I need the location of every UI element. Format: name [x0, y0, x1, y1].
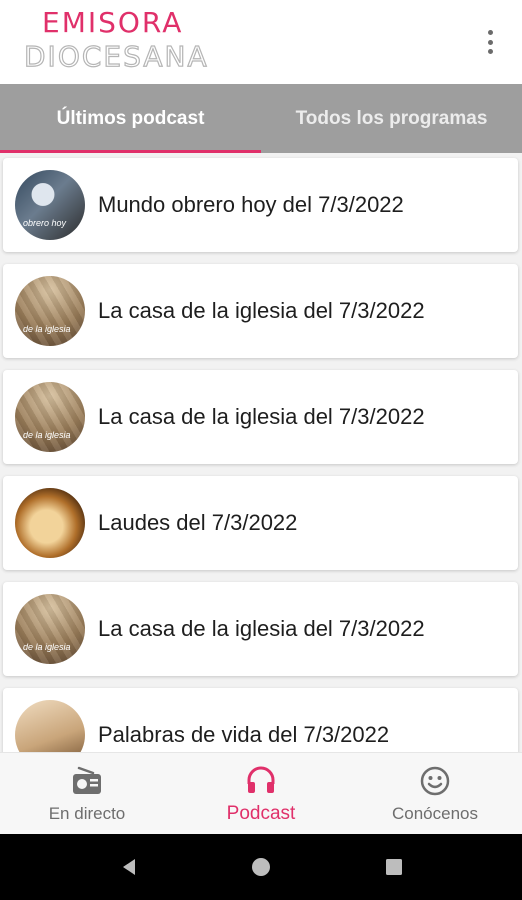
thumbnail-caption: obrero hoy	[23, 218, 67, 228]
podcast-card[interactable]: Palabras de vida del 7/3/2022	[3, 688, 518, 752]
thumbnail-caption: de la iglesia	[23, 324, 71, 334]
nav-label: Podcast	[226, 802, 296, 824]
palabras-vida-thumbnail	[15, 700, 85, 752]
nav-label: En directo	[48, 803, 126, 823]
logo-line-2: DIOCESANA	[23, 39, 209, 73]
smiley-icon	[418, 764, 452, 798]
system-navigation-bar	[0, 834, 522, 900]
headphones-icon	[244, 763, 278, 797]
thumbnail-caption: de la iglesia	[23, 430, 71, 440]
tab-ultimos-podcast[interactable]: Últimos podcast	[0, 84, 261, 153]
podcast-card[interactable]: de la iglesia La casa de la iglesia del …	[3, 264, 518, 358]
casa-iglesia-thumbnail: de la iglesia	[15, 594, 85, 664]
podcast-card[interactable]: Laudes del 7/3/2022	[3, 476, 518, 570]
nav-conocenos[interactable]: Conócenos	[348, 753, 522, 834]
logo-line-1: EMISORA	[42, 6, 184, 39]
laudes-thumbnail	[15, 488, 85, 558]
home-icon[interactable]	[250, 856, 272, 878]
podcast-list: obrero hoy Mundo obrero hoy del 7/3/2022…	[0, 153, 522, 752]
podcast-title: Palabras de vida del 7/3/2022	[98, 722, 390, 747]
mundo-obrero-thumbnail: obrero hoy	[15, 170, 85, 240]
thumbnail-caption: de la iglesia	[23, 642, 71, 652]
radio-icon	[70, 764, 104, 798]
podcast-title: La casa de la iglesia del 7/3/2022	[98, 298, 425, 323]
podcast-card[interactable]: obrero hoy Mundo obrero hoy del 7/3/2022	[3, 158, 518, 252]
casa-iglesia-thumbnail: de la iglesia	[15, 276, 85, 346]
app-bar: EMISORA DIOCESANA	[0, 0, 522, 84]
nav-label: Conócenos	[391, 803, 478, 823]
podcast-card[interactable]: de la iglesia La casa de la iglesia del …	[3, 370, 518, 464]
tab-bar: Últimos podcast Todos los programas	[0, 84, 522, 153]
recents-icon[interactable]	[383, 856, 405, 878]
casa-iglesia-thumbnail: de la iglesia	[15, 382, 85, 452]
overflow-menu-icon[interactable]	[478, 26, 502, 58]
emisora-diocesana-logo: EMISORA DIOCESANA	[23, 6, 214, 76]
tab-todos-los-programas[interactable]: Todos los programas	[261, 84, 522, 153]
podcast-card[interactable]: de la iglesia La casa de la iglesia del …	[3, 582, 518, 676]
nav-en-directo[interactable]: En directo	[0, 753, 174, 834]
podcast-title: La casa de la iglesia del 7/3/2022	[98, 616, 425, 641]
podcast-title: Mundo obrero hoy del 7/3/2022	[98, 192, 404, 217]
back-icon[interactable]	[118, 856, 140, 878]
nav-podcast[interactable]: Podcast	[174, 753, 348, 834]
bottom-navigation: En directo Podcast Conócenos	[0, 752, 522, 834]
podcast-title: Laudes del 7/3/2022	[98, 510, 298, 535]
podcast-title: La casa de la iglesia del 7/3/2022	[98, 404, 425, 429]
